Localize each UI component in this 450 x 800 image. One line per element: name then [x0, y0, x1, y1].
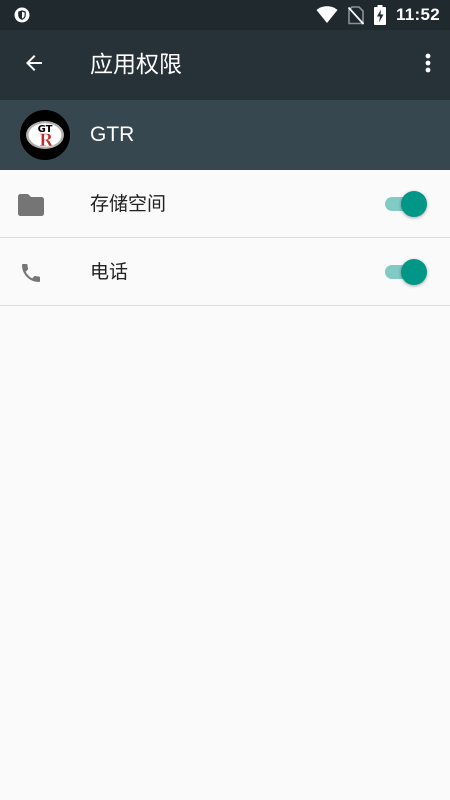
no-sim-icon: [347, 5, 364, 25]
svg-text:R: R: [39, 131, 54, 151]
app-name: GTR: [90, 123, 135, 146]
app-bar: 应用权限: [0, 30, 450, 100]
phone-permission-toggle[interactable]: [383, 258, 429, 286]
page-title: 应用权限: [90, 52, 182, 78]
permission-label: 存储空间: [90, 193, 167, 215]
battery-charging-icon: [373, 5, 386, 25]
app-logo: GT R: [20, 110, 70, 160]
clock: 11:52: [395, 5, 440, 24]
storage-permission-toggle[interactable]: [383, 190, 429, 218]
overflow-menu-button[interactable]: [416, 45, 440, 85]
more-vert-icon: [424, 51, 432, 79]
permission-row-storage[interactable]: 存储空间: [0, 170, 450, 238]
phone-icon: [17, 259, 45, 287]
permission-label: 电话: [90, 261, 129, 283]
back-button[interactable]: [14, 45, 54, 85]
arrow-back-icon: [22, 51, 46, 79]
app-header: GT R GTR: [0, 100, 450, 170]
folder-icon: [17, 191, 45, 219]
toggle-thumb: [401, 259, 427, 285]
status-bar: 11:52: [0, 0, 450, 30]
toggle-thumb: [401, 191, 427, 217]
shield-icon: [14, 7, 30, 23]
wifi-icon: [316, 6, 338, 24]
permission-row-phone[interactable]: 电话: [0, 238, 450, 306]
